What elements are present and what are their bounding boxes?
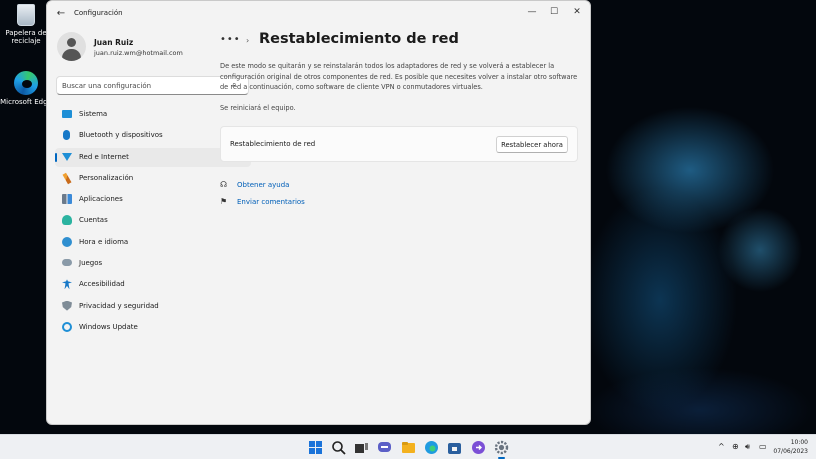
globe-clock-icon	[62, 236, 72, 247]
gear-icon	[494, 440, 509, 455]
page-description: De este modo se quitarán y se reinstalar…	[220, 62, 578, 91]
sidebar-item-label: Hora e idioma	[79, 237, 129, 246]
app-title: Configuración	[74, 9, 123, 17]
settings-taskbar-button[interactable]	[493, 439, 510, 459]
chat-icon	[378, 442, 391, 452]
settings-window: ← Configuración — ☐ ✕ Juan Ruiz juan.rui…	[46, 0, 591, 425]
sidebar-item-label: Windows Update	[79, 322, 138, 331]
sidebar-item-accesibilidad[interactable]: Accesibilidad	[55, 275, 251, 294]
chevron-up-icon[interactable]: ^	[718, 442, 725, 452]
sidebar-item-label: Personalización	[79, 173, 134, 182]
sidebar-item-hora-idioma[interactable]: Hora e idioma	[55, 233, 251, 252]
apps-icon	[62, 194, 72, 205]
avatar	[57, 32, 86, 61]
user-name: Juan Ruiz	[94, 38, 134, 47]
send-feedback-label: Enviar comentarios	[237, 198, 305, 206]
recycle-bin-shortcut[interactable]: Papelera de reciclaje	[0, 4, 52, 45]
edge-icon	[14, 71, 38, 95]
sidebar-item-label: Accesibilidad	[79, 280, 125, 289]
taskbar-search-button[interactable]	[330, 439, 347, 456]
gamepad-icon	[62, 259, 72, 267]
brush-icon	[62, 172, 72, 185]
shield-icon	[62, 300, 72, 311]
edge-icon	[425, 441, 438, 454]
start-button[interactable]	[307, 439, 324, 456]
volume-icon[interactable]: 🔊︎	[745, 442, 750, 452]
maximize-button[interactable]: ☐	[543, 4, 565, 20]
edge-taskbar-button[interactable]	[423, 439, 440, 456]
search-icon	[332, 441, 346, 455]
update-icon	[62, 321, 72, 332]
bluetooth-icon	[63, 130, 70, 141]
file-explorer-button[interactable]	[400, 439, 417, 456]
taskbar: ^ ⊕ 🔊︎ ▭ 10:00 07/06/2023	[0, 434, 816, 459]
folder-icon	[402, 442, 415, 453]
language-globe-icon[interactable]: ⊕	[732, 442, 739, 452]
person-icon	[62, 215, 72, 226]
get-help-label: Obtener ayuda	[237, 181, 290, 189]
help-chat-icon: ☊	[220, 180, 228, 189]
sidebar-item-label: Juegos	[79, 259, 103, 268]
page-title: Restablecimiento de red	[259, 31, 459, 47]
title-bar: ← Configuración — ☐ ✕	[47, 1, 590, 27]
purple-app-icon	[472, 441, 485, 454]
sidebar-item-label: Cuentas	[79, 216, 108, 225]
edge-label: Microsoft Edge	[0, 98, 52, 106]
battery-icon[interactable]: ▭	[759, 442, 767, 452]
sidebar-item-cuentas[interactable]: Cuentas	[55, 211, 251, 230]
accessibility-icon	[62, 279, 72, 290]
feedback-icon: ⚑	[220, 197, 228, 206]
breadcrumb-more-button[interactable]: •••	[220, 34, 241, 45]
sidebar-item-label: Aplicaciones	[79, 195, 123, 204]
recycle-bin-icon	[17, 4, 35, 26]
task-view-icon	[355, 443, 368, 453]
clock-date[interactable]: 07/06/2023	[773, 448, 808, 455]
edge-shortcut[interactable]: Microsoft Edge	[0, 71, 52, 106]
chat-button[interactable]	[376, 439, 393, 456]
user-email: juan.ruiz.wm@hotmail.com	[94, 49, 183, 57]
store-button[interactable]	[446, 439, 463, 456]
sidebar-item-juegos[interactable]: Juegos	[55, 254, 251, 273]
wifi-icon	[62, 152, 72, 161]
close-button[interactable]: ✕	[566, 4, 588, 20]
sidebar-item-label: Sistema	[79, 110, 108, 118]
windows-start-icon	[309, 441, 322, 454]
store-icon	[448, 443, 461, 454]
minimize-button[interactable]: —	[521, 4, 543, 20]
reset-now-button[interactable]: Restablecer ahora	[496, 136, 568, 153]
monitor-icon	[62, 110, 72, 118]
chevron-right-icon: ›	[246, 36, 250, 45]
sidebar-item-privacidad[interactable]: Privacidad y seguridad	[55, 297, 251, 316]
sidebar-item-label: Privacidad y seguridad	[79, 301, 159, 310]
search-input[interactable]	[62, 79, 222, 93]
purple-app-button[interactable]	[470, 439, 487, 456]
sidebar-item-windows-update[interactable]: Windows Update	[55, 318, 251, 337]
sidebar-item-label: Bluetooth y dispositivos	[79, 131, 163, 140]
clock-time[interactable]: 10:00	[791, 439, 808, 446]
network-reset-card: Restablecimiento de red Restablecer ahor…	[220, 126, 578, 162]
restart-note: Se reiniciará el equipo.	[220, 104, 296, 112]
network-reset-label: Restablecimiento de red	[230, 140, 316, 148]
back-arrow-icon[interactable]: ←	[54, 7, 68, 21]
recycle-bin-label: Papelera de reciclaje	[5, 29, 47, 45]
task-view-button[interactable]	[353, 439, 370, 456]
sidebar-item-label: Red e Internet	[79, 152, 129, 161]
